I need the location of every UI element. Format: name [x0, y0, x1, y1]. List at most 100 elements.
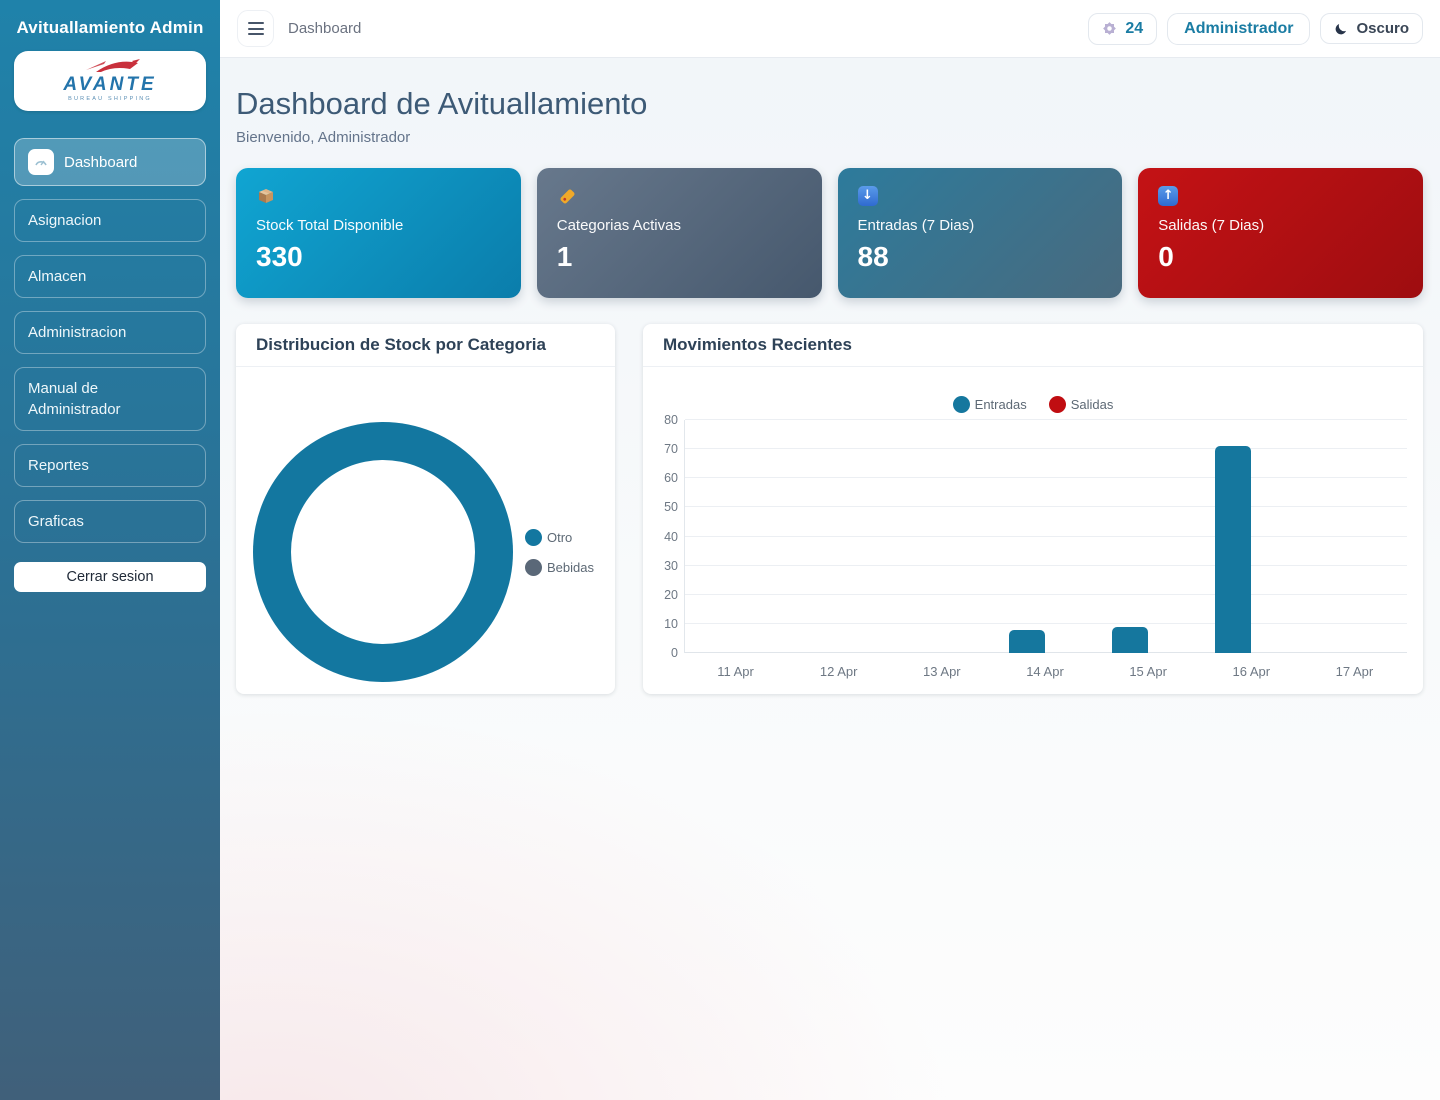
y-tick-label: 40 — [645, 530, 678, 544]
bar-entradas — [1112, 627, 1148, 653]
y-tick-label: 80 — [645, 413, 678, 427]
stat-card-entradas: ↓ Entradas (7 Dias) 88 — [838, 168, 1123, 298]
charts-row: Distribucion de Stock por Categoria Otro… — [236, 324, 1423, 694]
bar-plot: 01020304050607080 — [684, 420, 1407, 653]
stat-label: Stock Total Disponible — [256, 217, 501, 234]
topbar: Dashboard 24 Administrador — [220, 0, 1440, 58]
arrow-up-icon: ↑ — [1158, 185, 1403, 207]
package-icon — [256, 185, 501, 207]
page-subtitle: Bienvenido, Administrador — [236, 129, 1423, 146]
user-button[interactable]: Administrador — [1167, 13, 1310, 45]
gear-icon — [1102, 21, 1117, 36]
app-title: Avituallamiento Admin — [14, 18, 206, 38]
stat-value: 88 — [858, 243, 1103, 271]
x-tick-label: 15 Apr — [1097, 664, 1200, 679]
bar-chart-card: Movimientos Recientes EntradasSalidas 01… — [643, 324, 1423, 694]
pie-legend: Otro Bebidas — [525, 529, 594, 576]
sidebar-item-dashboard[interactable]: Dashboard — [14, 138, 206, 186]
sidebar-item-label: Dashboard — [64, 152, 137, 173]
theme-toggle-button[interactable]: Oscuro — [1320, 13, 1423, 44]
menu-toggle-button[interactable] — [237, 10, 274, 47]
stat-card-categorias: Categorias Activas 1 — [537, 168, 822, 298]
page-content: Dashboard de Avituallamiento Bienvenido,… — [220, 58, 1440, 694]
sidebar-item-almacen[interactable]: Almacen — [14, 255, 206, 298]
dashboard-gauge-icon — [28, 149, 54, 175]
sidebar-item-asignacion[interactable]: Asignacion — [14, 199, 206, 242]
chart-title: Movimientos Recientes — [643, 324, 1423, 367]
x-tick-label: 11 Apr — [684, 664, 787, 679]
legend-item[interactable]: Salidas — [1049, 396, 1114, 413]
y-tick-label: 70 — [645, 442, 678, 456]
stat-value: 1 — [557, 243, 802, 271]
gridline — [685, 448, 1407, 449]
sidebar-nav: Dashboard Asignacion Almacen Administrac… — [14, 138, 206, 543]
y-tick-label: 20 — [645, 588, 678, 602]
gridline — [685, 506, 1407, 507]
bar-entradas — [1215, 446, 1251, 653]
sidebar-item-label: Asignacion — [28, 210, 101, 231]
y-tick-label: 0 — [645, 646, 678, 660]
stat-card-stock-total: Stock Total Disponible 330 — [236, 168, 521, 298]
breadcrumb: Dashboard — [288, 20, 361, 37]
stat-value: 0 — [1158, 243, 1403, 271]
legend-label: Entradas — [975, 397, 1027, 412]
avante-logo-graphic: AVANTE BUREAU SHIPPING — [34, 57, 186, 105]
sidebar-item-label: Almacen — [28, 266, 86, 287]
y-tick-label: 60 — [645, 471, 678, 485]
legend-label: Bebidas — [547, 560, 594, 575]
legend-label: Salidas — [1071, 397, 1114, 412]
gridline — [685, 565, 1407, 566]
legend-item[interactable]: Otro — [525, 529, 594, 546]
legend-item[interactable]: Bebidas — [525, 559, 594, 576]
x-tick-label: 17 Apr — [1303, 664, 1406, 679]
sidebar-item-label: Graficas — [28, 511, 84, 532]
stat-card-salidas: ↑ Salidas (7 Dias) 0 — [1138, 168, 1423, 298]
sidebar-item-reportes[interactable]: Reportes — [14, 444, 206, 487]
legend-dot — [525, 559, 542, 576]
main-area: Dashboard 24 Administrador — [220, 0, 1440, 1100]
logo-text: AVANTE — [62, 74, 156, 95]
legend-item[interactable]: Entradas — [953, 396, 1027, 413]
y-tick-label: 10 — [645, 617, 678, 631]
logo-subtext: BUREAU SHIPPING — [68, 96, 152, 102]
gridline — [685, 623, 1407, 624]
gridline — [685, 536, 1407, 537]
gridline — [685, 594, 1407, 595]
stat-label: Categorias Activas — [557, 217, 802, 234]
stat-value: 330 — [256, 243, 501, 271]
sidebar-item-label: Manual de Administrador — [28, 378, 192, 420]
legend-dot — [1049, 396, 1066, 413]
x-tick-label: 13 Apr — [890, 664, 993, 679]
sidebar-item-administracion[interactable]: Administracion — [14, 311, 206, 354]
tag-icon — [557, 185, 802, 207]
bar-entradas — [1009, 630, 1045, 653]
x-tick-label: 12 Apr — [787, 664, 890, 679]
theme-toggle-label: Oscuro — [1356, 20, 1409, 37]
legend-label: Otro — [547, 530, 572, 545]
stats-row: Stock Total Disponible 330 Categorias Ac… — [236, 168, 1423, 298]
arrow-down-icon: ↓ — [858, 185, 1103, 207]
logout-button[interactable]: Cerrar sesion — [14, 562, 206, 592]
pie-chart-card: Distribucion de Stock por Categoria Otro… — [236, 324, 615, 694]
page-title: Dashboard de Avituallamiento — [236, 86, 1423, 122]
stat-label: Entradas (7 Dias) — [858, 217, 1103, 234]
gridline — [685, 477, 1407, 478]
donut-hole — [291, 460, 475, 644]
counter-chip[interactable]: 24 — [1088, 13, 1157, 45]
moon-icon — [1334, 22, 1348, 36]
sidebar-item-label: Administracion — [28, 322, 126, 343]
y-tick-label: 50 — [645, 500, 678, 514]
x-axis-labels: 11 Apr12 Apr13 Apr14 Apr15 Apr16 Apr17 A… — [684, 664, 1407, 684]
bar-chart: Entradas Salidas 01020304050607080 11 Apr… — [643, 367, 1423, 696]
sidebar-item-manual-administrador[interactable]: Manual de Administrador — [14, 367, 206, 431]
sidebar-item-graficas[interactable]: Graficas — [14, 500, 206, 543]
gridline — [685, 419, 1407, 420]
x-tick-label: 14 Apr — [993, 664, 1096, 679]
sidebar: Avituallamiento Admin AVANTE BUREAU SHIP… — [0, 0, 220, 1100]
donut-chart — [253, 422, 513, 682]
stat-label: Salidas (7 Dias) — [1158, 217, 1403, 234]
legend-dot — [953, 396, 970, 413]
gridline — [685, 652, 1407, 653]
counter-value: 24 — [1125, 20, 1143, 38]
sidebar-item-label: Reportes — [28, 455, 89, 476]
